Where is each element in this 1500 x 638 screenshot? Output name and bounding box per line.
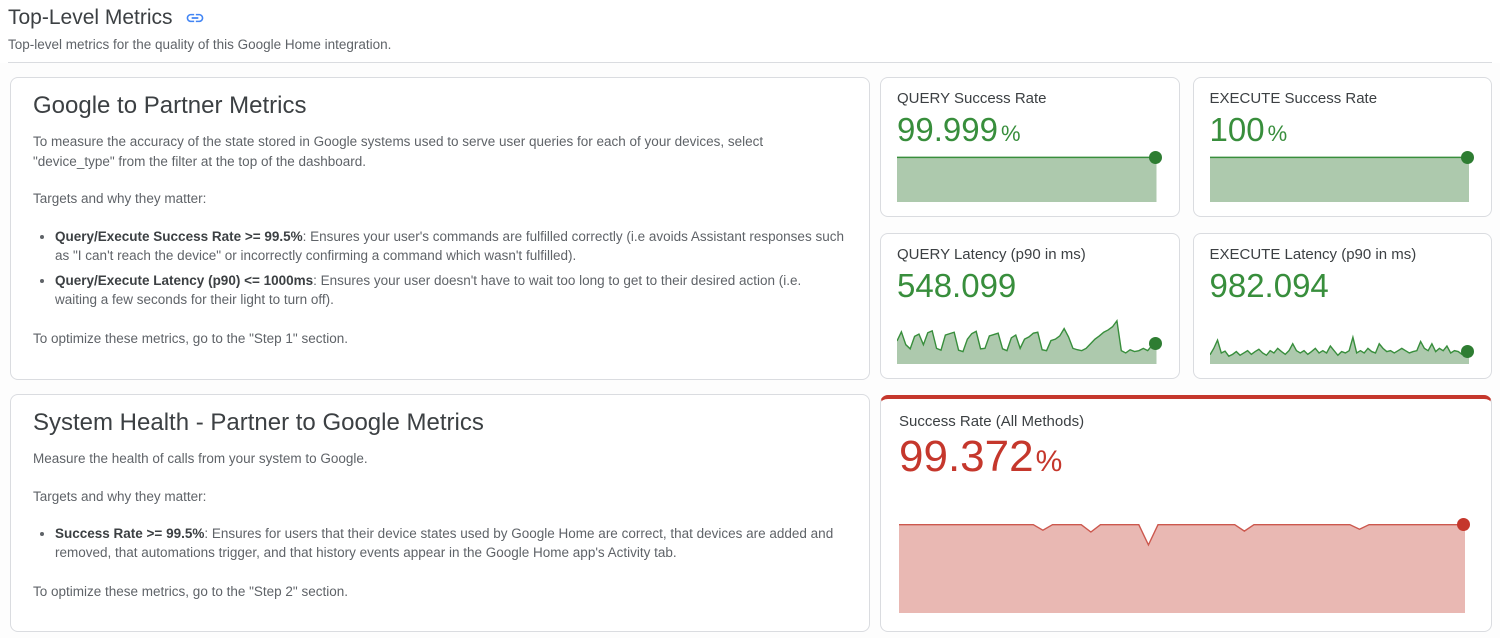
execute-success-sparkline[interactable] [1210, 156, 1470, 202]
metric-label: Success Rate (All Methods) [899, 413, 1471, 430]
dashboard-page: Top-Level Metrics Top-level metrics for … [0, 0, 1500, 638]
system-health-card: System Health - Partner to Google Metric… [10, 394, 870, 632]
query-latency-card: QUERY Latency (p90 in ms) 548.099 [880, 233, 1180, 379]
left-column: Google to Partner Metrics To measure the… [10, 77, 870, 632]
section-header: Top-Level Metrics Top-level metrics for … [0, 0, 1500, 63]
query-latency-sparkline[interactable] [897, 318, 1157, 364]
list-item: Query/Execute Latency (p90) <= 1000ms: E… [55, 271, 847, 309]
execute-latency-card: EXECUTE Latency (p90 in ms) 982.094 [1193, 233, 1493, 379]
metric-label: QUERY Latency (p90 in ms) [897, 246, 1163, 263]
card-title: System Health - Partner to Google Metric… [33, 409, 847, 437]
targets-heading: Targets and why they matter: [33, 487, 847, 507]
card-title: Google to Partner Metrics [33, 92, 847, 120]
execute-latency-sparkline[interactable] [1210, 318, 1470, 364]
metric-label: QUERY Success Rate [897, 90, 1163, 107]
card-intro: Measure the health of calls from your sy… [33, 449, 847, 469]
metric-value: 982.094 [1210, 267, 1476, 305]
targets-list: Query/Execute Success Rate >= 99.5%: Ens… [33, 227, 847, 310]
page-subtitle: Top-level metrics for the quality of thi… [8, 37, 1492, 52]
success-rate-all-methods-card: Success Rate (All Methods) 99.372% [880, 395, 1492, 632]
query-success-sparkline[interactable] [897, 156, 1157, 202]
success-all-sparkline[interactable] [899, 521, 1465, 613]
targets-list: Success Rate >= 99.5%: Ensures for users… [33, 524, 847, 562]
optimize-note: To optimize these metrics, go to the "St… [33, 329, 847, 349]
card-intro: To measure the accuracy of the state sto… [33, 132, 847, 171]
latest-point-dot [1149, 337, 1162, 350]
dashboard-content: Google to Partner Metrics To measure the… [0, 63, 1500, 638]
anchor-link-icon[interactable] [185, 8, 205, 28]
latest-point-dot [1149, 151, 1162, 164]
latest-point-dot [1457, 518, 1470, 531]
optimize-note: To optimize these metrics, go to the "St… [33, 582, 847, 602]
list-item: Success Rate >= 99.5%: Ensures for users… [55, 524, 847, 562]
targets-heading: Targets and why they matter: [33, 189, 847, 209]
metric-label: EXECUTE Success Rate [1210, 90, 1476, 107]
google-to-partner-card: Google to Partner Metrics To measure the… [10, 77, 870, 380]
latest-point-dot [1461, 151, 1474, 164]
page-title: Top-Level Metrics [8, 6, 173, 30]
metric-value: 99.999% [897, 111, 1163, 149]
metric-value: 99.372% [899, 432, 1471, 482]
latest-point-dot [1461, 345, 1474, 358]
execute-success-rate-card: EXECUTE Success Rate 100% [1193, 77, 1493, 217]
query-success-rate-card: QUERY Success Rate 99.999% [880, 77, 1180, 217]
right-column: QUERY Success Rate 99.999% EXECUTE Succe… [880, 77, 1492, 632]
list-item: Query/Execute Success Rate >= 99.5%: Ens… [55, 227, 847, 265]
metric-label: EXECUTE Latency (p90 in ms) [1210, 246, 1476, 263]
metric-value: 100% [1210, 111, 1476, 149]
metric-value: 548.099 [897, 267, 1163, 305]
